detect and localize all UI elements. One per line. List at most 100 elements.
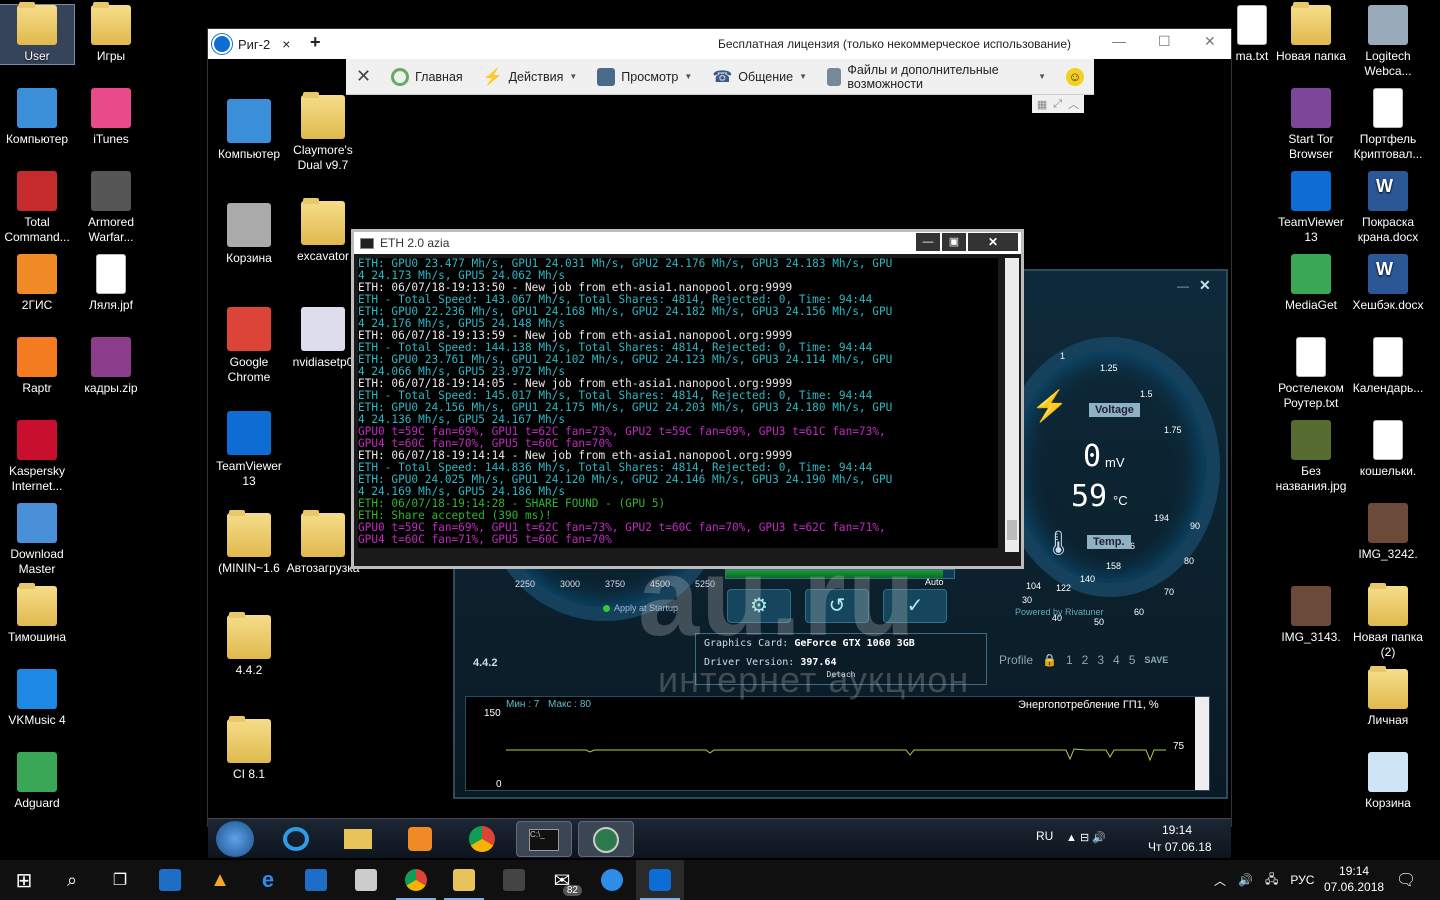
taskbar-calendar[interactable] [342,860,390,900]
toolbar-communicate-button[interactable]: ☎ Общение ▼ [702,59,817,94]
desktop-icon-left-5[interactable]: Armored Warfar... [74,171,148,245]
task-view-button[interactable]: ❐ [96,860,144,900]
console-minimize-button[interactable]: — [916,233,940,251]
profile-3-button[interactable]: 3 [1097,653,1104,667]
desktop-icon-left-1[interactable]: Игры [74,2,148,64]
desktop-icon-right-15[interactable]: Новая папка (2) [1350,583,1426,660]
toolbar-actions-button[interactable]: ⚡ Действия ▼ [473,59,588,94]
fullscreen-icon[interactable]: ⤢ [1053,98,1062,111]
remote-icon-1[interactable]: Claymore's Dual v9.7 [284,92,362,173]
toolbar-home-button[interactable]: Главная [381,59,473,94]
remote-explorer-icon[interactable] [330,821,386,857]
taskbar-mail[interactable]: ✉ 82 [538,860,586,900]
toolbar-close-button[interactable]: ✕ [346,59,381,94]
desktop-icon-right-1[interactable]: Новая папка [1273,2,1349,64]
remote-icon-10[interactable]: CI 8.1 [210,716,288,782]
profile-2-button[interactable]: 2 [1082,653,1089,667]
desktop-icon-right-9[interactable]: Ростелеком Роутер.txt [1273,337,1349,411]
desktop-icon-right-14[interactable]: IMG_3143. [1273,586,1349,645]
desktop-icon-left-9[interactable]: кадры.zip [74,337,148,396]
taskbar-app-2[interactable]: ▲ [196,860,244,900]
remote-start-button[interactable] [216,821,254,857]
desktop-icon-left-2[interactable]: Компьютер [0,88,74,147]
profile-4-button[interactable]: 4 [1113,653,1120,667]
desktop-icon-right-2[interactable]: Logitech Webca... [1350,5,1426,79]
console-maximize-button[interactable]: ▣ [942,233,966,251]
desktop-icon-right-12[interactable]: кошельки. [1350,420,1426,479]
taskbar-tanks[interactable] [490,860,538,900]
remote-tray-icons[interactable]: ▲ ⊟ 🔊 [1066,831,1106,844]
desktop-icon-right-5[interactable]: TeamViewer 13 [1273,171,1349,245]
taskbar-store[interactable] [292,860,340,900]
apply-button[interactable]: ✓ [883,589,947,623]
desktop-icon-right-16[interactable]: Личная [1350,666,1426,728]
remote-icon-4[interactable]: Google Chrome [210,307,288,385]
remote-lang[interactable]: RU [1036,829,1053,843]
desktop-icon-left-4[interactable]: Total Command... [0,171,74,245]
tab-close-icon[interactable]: × [282,36,290,52]
remote-icon-9[interactable]: 4.4.2 [210,612,288,678]
desktop-icon-left-8[interactable]: Raptr [0,337,74,396]
desktop-icon-right-11[interactable]: Без названия.jpg [1273,420,1349,494]
desktop-icon-right-4[interactable]: Портфель Криптовал... [1350,88,1426,162]
maximize-button[interactable]: ☐ [1158,33,1171,50]
collapse-icon[interactable]: ︿ [1068,96,1079,112]
save-button[interactable]: SAVE [1144,655,1168,665]
remote-cmd-icon[interactable]: C:\_ [516,821,572,857]
taskbar-teamviewer[interactable] [636,860,684,900]
taskbar-chrome[interactable] [392,860,440,900]
remote-afterburner-icon[interactable] [578,821,634,857]
network-icon[interactable]: 🖧 [1265,870,1278,891]
taskbar-edge[interactable]: e [244,860,292,900]
desktop-icon-right-7[interactable]: MediaGet [1273,254,1349,313]
desktop-icon-left-13[interactable]: VKMusic 4 [0,669,74,728]
console-scrollbar[interactable] [1005,258,1019,552]
graph-scrollbar[interactable] [1195,697,1209,790]
profile-5-button[interactable]: 5 [1129,653,1136,667]
tray-overflow-icon[interactable]: ︿ [1214,872,1226,889]
profile-1-button[interactable]: 1 [1066,653,1073,667]
ab-close-button[interactable]: ✕ [1199,277,1211,294]
fan-auto-slider[interactable] [725,569,955,579]
toolbar-view-button[interactable]: Просмотр ▼ [587,59,702,94]
remote-icon-0[interactable]: Компьютер [210,99,288,162]
remote-media-icon[interactable] [392,821,448,857]
remote-screen[interactable]: Компьютер Claymore's Dual v9.7 Корзина exca… [208,59,1231,858]
desktop-icon-left-14[interactable]: Adguard [0,752,74,811]
clock[interactable]: 19:14 07.06.2018 [1324,863,1384,895]
console-close-button[interactable]: ✕ [968,233,1018,251]
console-output[interactable]: ETH: GPU0 23.477 Mh/s, GPU1 24.031 Mh/s,… [358,258,998,548]
toolbar-mini-controls[interactable]: ▦ ⤢ ︿ [1032,95,1084,113]
taskbar-app-1[interactable] [146,860,194,900]
input-language[interactable]: РУС [1290,873,1314,887]
desktop-icon-right-10[interactable]: Календарь... [1350,337,1426,396]
grid-icon[interactable]: ▦ [1037,98,1047,111]
desktop-icon-right-0[interactable]: ma.txt [1232,5,1272,64]
minimize-button[interactable]: — [1112,33,1126,49]
volume-icon[interactable]: 🔊 [1238,873,1253,887]
settings-button[interactable]: ⚙ [727,589,791,623]
desktop-icon-right-8[interactable]: Хешбэк.docx [1350,254,1426,313]
remote-icon-7[interactable]: (MININ~1.6 [210,510,288,576]
new-tab-button[interactable]: + [310,32,321,53]
remote-icon-2[interactable]: Корзина [210,203,288,266]
lock-icon[interactable]: 🔒 [1042,653,1057,667]
feedback-smiley-button[interactable]: ☺ [1056,59,1094,94]
search-button[interactable]: ⌕ [48,860,96,900]
desktop-icon-right-3[interactable]: Start Tor Browser [1273,88,1349,162]
notifications-button[interactable]: 🗨 [1396,870,1416,890]
toolbar-files-button[interactable]: Файлы и дополнительные возможности ▼ [817,59,1056,94]
desktop-icon-left-3[interactable]: iTunes [74,88,148,147]
remote-chrome-icon[interactable] [454,821,510,857]
detach-button[interactable]: Detach [704,670,978,679]
close-button[interactable]: ✕ [1204,33,1216,50]
desktop-icon-right-17[interactable]: Корзина [1350,752,1426,811]
tab-rig-2[interactable]: Риг-2 × [208,29,298,59]
taskbar-globe[interactable] [588,860,636,900]
desktop-icon-left-12[interactable]: Тимошина [0,583,74,645]
remote-icon-6[interactable]: TeamViewer 13 [210,411,288,489]
taskbar-explorer[interactable] [440,860,488,900]
apply-startup-toggle[interactable]: Apply at Startup [603,603,678,613]
desktop-icon-left-0[interactable]: User [0,2,75,65]
desktop-icon-left-7[interactable]: Ляля.jpf [74,254,148,313]
